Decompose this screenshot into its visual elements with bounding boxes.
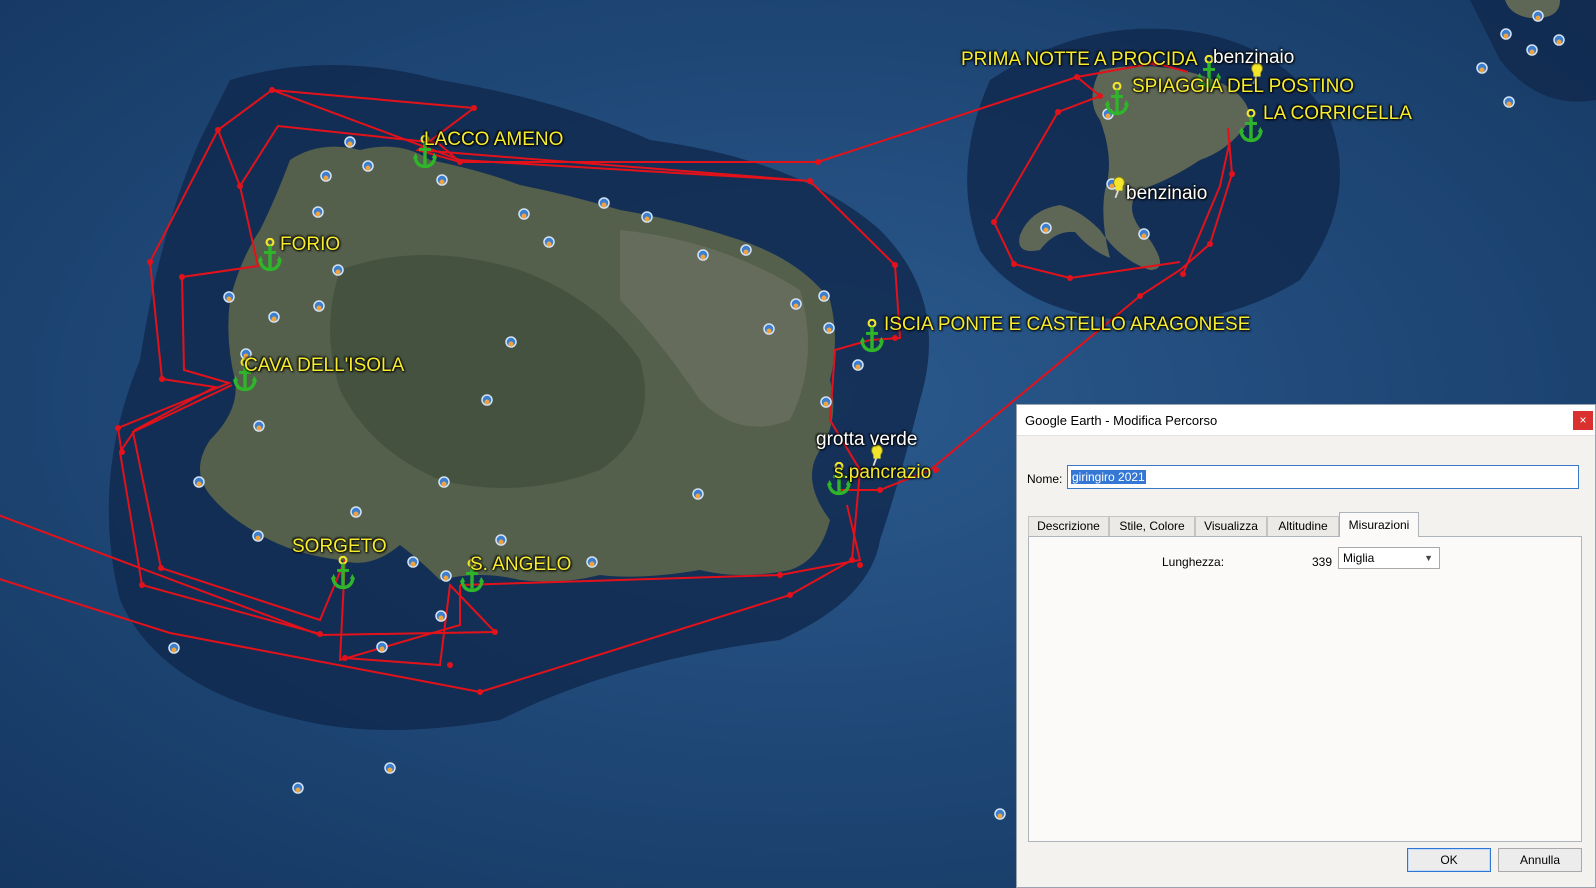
dialog-titlebar[interactable]: Google Earth - Modifica Percorso × [1017, 405, 1595, 436]
label-sorgeto[interactable]: SORGETO [292, 537, 387, 556]
name-label: Nome: [1027, 472, 1063, 486]
close-button[interactable]: × [1573, 411, 1593, 430]
name-input-value: giringiro 2021 [1071, 470, 1146, 484]
unit-select[interactable]: Miglia ▼ [1338, 547, 1440, 569]
label-prima-notte-procida[interactable]: PRIMA NOTTE A PROCIDA [961, 50, 1198, 69]
label-benzinaio-mid[interactable]: benzinaio [1126, 184, 1207, 203]
tab-visualizza[interactable]: Visualizza [1195, 516, 1267, 536]
tab-stile-colore[interactable]: Stile, Colore [1109, 516, 1195, 536]
chevron-down-icon: ▼ [1424, 553, 1433, 563]
length-label: Lunghezza: [1162, 555, 1225, 569]
tab-altitudine[interactable]: Altitudine [1267, 516, 1339, 536]
label-spiaggia-postino[interactable]: SPIAGGIA DEL POSTINO [1132, 77, 1354, 96]
tab-descrizione[interactable]: Descrizione [1028, 516, 1109, 536]
unit-select-value: Miglia [1343, 551, 1375, 565]
label-cava-dell-isola[interactable]: CAVA DELL'ISOLA [244, 356, 404, 375]
label-lacco-ameno[interactable]: LACCO AMENO [424, 130, 563, 149]
dialog-title: Google Earth - Modifica Percorso [1025, 413, 1218, 428]
label-s-angelo[interactable]: S. ANGELO [470, 555, 571, 574]
length-value: 339 [1312, 555, 1333, 569]
ok-button[interactable]: OK [1407, 848, 1491, 872]
label-grotta-verde[interactable]: grotta verde [816, 430, 917, 449]
misurazioni-panel: Lunghezza: 339 Miglia ▼ [1028, 536, 1582, 842]
label-s-pancrazio[interactable]: s.pancrazio [834, 463, 931, 482]
cancel-button[interactable]: Annulla [1498, 848, 1582, 872]
label-la-corricella[interactable]: LA CORRICELLA [1263, 104, 1412, 123]
label-benzinaio-top[interactable]: benzinaio [1213, 48, 1294, 67]
label-iscia-ponte[interactable]: ISCIA PONTE E CASTELLO ARAGONESE [884, 315, 1250, 334]
label-forio[interactable]: FORIO [280, 235, 340, 254]
tab-misurazioni[interactable]: Misurazioni [1339, 512, 1419, 537]
modifica-percorso-dialog: Google Earth - Modifica Percorso × Nome:… [1016, 404, 1596, 888]
name-input[interactable]: giringiro 2021 [1067, 465, 1579, 489]
